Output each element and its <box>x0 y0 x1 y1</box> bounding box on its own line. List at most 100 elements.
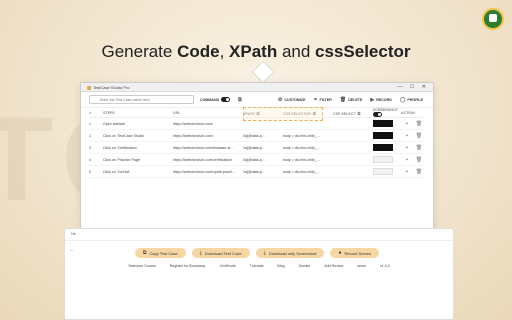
download-screenshot-button[interactable]: ⤓ Download only Screenshot <box>255 248 325 258</box>
table-row[interactable]: 5 Click on 'Xml list' https://selectorshub… <box>89 166 425 178</box>
copy-icon[interactable]: ⧉ <box>313 111 316 116</box>
command-toggle[interactable]: COMMAND <box>198 97 232 102</box>
add-step-icon[interactable]: + <box>401 157 413 163</box>
copy-testcase-label: Copy Test Case <box>149 250 178 256</box>
cell-css: body > div.elm-child_... <box>283 169 320 174</box>
headline-xpath: XPath <box>229 42 278 61</box>
window-controls[interactable]: — ☐ ✕ <box>398 83 429 92</box>
cell-num: 2 <box>89 133 91 138</box>
cell-num: 4 <box>89 157 91 162</box>
cell-xpath: //a[@data-p... <box>243 157 265 162</box>
table-row[interactable]: 4 Click on 'Practice Page' https://selecto… <box>89 154 425 166</box>
footer-link[interactable]: Blog <box>277 264 284 268</box>
footer-link[interactable]: Selectors Course <box>128 264 156 268</box>
bottom-panel: Ne ← <box>64 228 454 320</box>
cell-xpath: //a[@data-p... <box>243 133 265 138</box>
filter-label: FILTER <box>319 97 332 102</box>
title-bar: TestCase Studio Pro — ☐ ✕ <box>81 83 433 92</box>
page-headline: Generate Code, XPath and cssSelector <box>0 42 512 62</box>
screenshot-thumbnail[interactable] <box>373 156 393 163</box>
cell-step[interactable]: Click on 'TestCase Studio' <box>103 134 173 138</box>
download-testcode-button[interactable]: ⤓ Download Test Code <box>191 248 250 258</box>
add-step-icon[interactable]: + <box>401 169 413 175</box>
col-steps: STEPS <box>103 111 115 115</box>
copy-button[interactable]: ⧉ <box>236 97 244 103</box>
add-step-icon[interactable]: + <box>401 133 413 139</box>
cell-step[interactable]: Click on 'Xml list' <box>103 170 173 174</box>
headline-css: cssSelector <box>315 42 411 61</box>
profile-label: PROFILE <box>407 97 423 102</box>
col-screenshot: SCREENSHOT <box>373 108 401 118</box>
cell-url: https://selectorshub.com/ <box>173 133 213 138</box>
record-icon: ● <box>338 250 342 256</box>
cell-url: https://selectorshub.com/testcase-st... <box>173 145 234 150</box>
col-xpath-label: XPATH <box>243 111 255 116</box>
screenshot-thumbnail[interactable] <box>373 168 393 175</box>
cell-step[interactable]: Click on 'Practice Page' <box>103 158 173 162</box>
cell-css: body > div.elm-child_... <box>283 157 320 162</box>
delete-step-icon[interactable]: 🗑 <box>413 157 425 163</box>
cell-num: 5 <box>89 169 91 174</box>
footer-link[interactable]: Add Review <box>324 264 343 268</box>
cell-xpath: //a[@data-p... <box>243 145 265 150</box>
screenshot-thumbnail[interactable] <box>373 132 393 139</box>
screenshot-thumbnail[interactable] <box>373 120 393 127</box>
copy-icon: ⧉ <box>142 250 147 256</box>
panel-tab-stub: Ne <box>71 231 77 236</box>
record-button[interactable]: ▶ RECORD <box>368 97 393 103</box>
cell-screenshot[interactable] <box>373 144 401 151</box>
testcase-name-input[interactable] <box>89 95 194 104</box>
steps-table: # STEPS URL XPATH ⧉ CSS SELECTOR ⧉ CSP SEL… <box>81 108 433 178</box>
cell-url: https://selectorshub.com/certification/ <box>173 157 233 162</box>
col-url: URL <box>173 111 181 115</box>
cell-screenshot[interactable] <box>373 132 401 139</box>
delete-step-icon[interactable]: 🗑 <box>413 121 425 127</box>
col-csp-label: CSP SELECT <box>333 111 356 116</box>
cell-step[interactable]: Click on 'Certification' <box>103 146 173 150</box>
user-icon: ◯ <box>399 96 406 103</box>
add-step-icon[interactable]: + <box>401 145 413 151</box>
table-row[interactable]: 2 Click on 'TestCase Studio' https://selec… <box>89 130 425 142</box>
record-screen-button[interactable]: ● Record Screen <box>330 248 380 258</box>
toolbar: ⌕ COMMAND ⧉ ⚙CUSTOMIZE ⏷FILTER 🗑DELETE ▶… <box>81 92 433 108</box>
footer-link[interactable]: Donate <box>299 264 311 268</box>
profile-button[interactable]: ◯ PROFILE <box>398 97 425 103</box>
record-label: RECORD <box>376 97 392 102</box>
headline-and: and <box>277 42 316 61</box>
table-row[interactable]: 1 Open website https://selectorshub.com/ + 🗑 <box>89 118 425 130</box>
download-icon: ⤓ <box>199 250 202 256</box>
action-buttons: ⧉ Copy Test Case ⤓ Download Test Code ⤓ Dow… <box>60 248 454 258</box>
copy-icon[interactable]: ⧉ <box>358 111 361 116</box>
add-step-icon[interactable]: + <box>401 121 413 127</box>
cell-screenshot[interactable] <box>373 156 401 163</box>
delete-button[interactable]: 🗑 DELETE <box>338 97 365 103</box>
play-icon: ▶ <box>370 96 375 103</box>
cell-num: 1 <box>89 121 91 126</box>
footer-link[interactable]: Register for Bootcamp <box>170 264 206 268</box>
footer-link[interactable]: Tutorials <box>250 264 264 268</box>
copy-testcase-button[interactable]: ⧉ Copy Test Case <box>134 248 186 258</box>
search-wrap: ⌕ <box>89 95 194 104</box>
app-icon <box>87 85 91 90</box>
delete-step-icon[interactable]: 🗑 <box>413 169 425 175</box>
toggle-icon[interactable] <box>221 97 231 102</box>
footer-links: Selectors Course Register for Bootcamp Cer… <box>64 264 454 268</box>
screenshot-thumbnail[interactable] <box>373 144 393 151</box>
delete-step-icon[interactable]: 🗑 <box>413 133 425 139</box>
col-num: # <box>89 111 91 115</box>
delete-step-icon[interactable]: 🗑 <box>413 145 425 151</box>
footer-link[interactable]: Certificate <box>220 264 236 268</box>
headline-separator: , <box>219 42 230 61</box>
cell-step[interactable]: Open website <box>103 122 173 126</box>
customize-button[interactable]: ⚙ CUSTOMIZE <box>276 97 308 103</box>
screenshot-toggle[interactable] <box>373 112 382 117</box>
command-label: COMMAND <box>200 97 220 102</box>
footer-link[interactable]: v1.0.2 <box>380 264 390 268</box>
cell-screenshot[interactable] <box>373 120 401 127</box>
delete-label: DELETE <box>348 97 363 102</box>
table-row[interactable]: 3 Click on 'Certification' https://selecto… <box>89 142 425 154</box>
copy-icon[interactable]: ⧉ <box>257 111 260 116</box>
footer-link[interactable]: Issue <box>357 264 366 268</box>
cell-screenshot[interactable] <box>373 168 401 175</box>
filter-button[interactable]: ⏷ FILTER <box>312 97 334 103</box>
